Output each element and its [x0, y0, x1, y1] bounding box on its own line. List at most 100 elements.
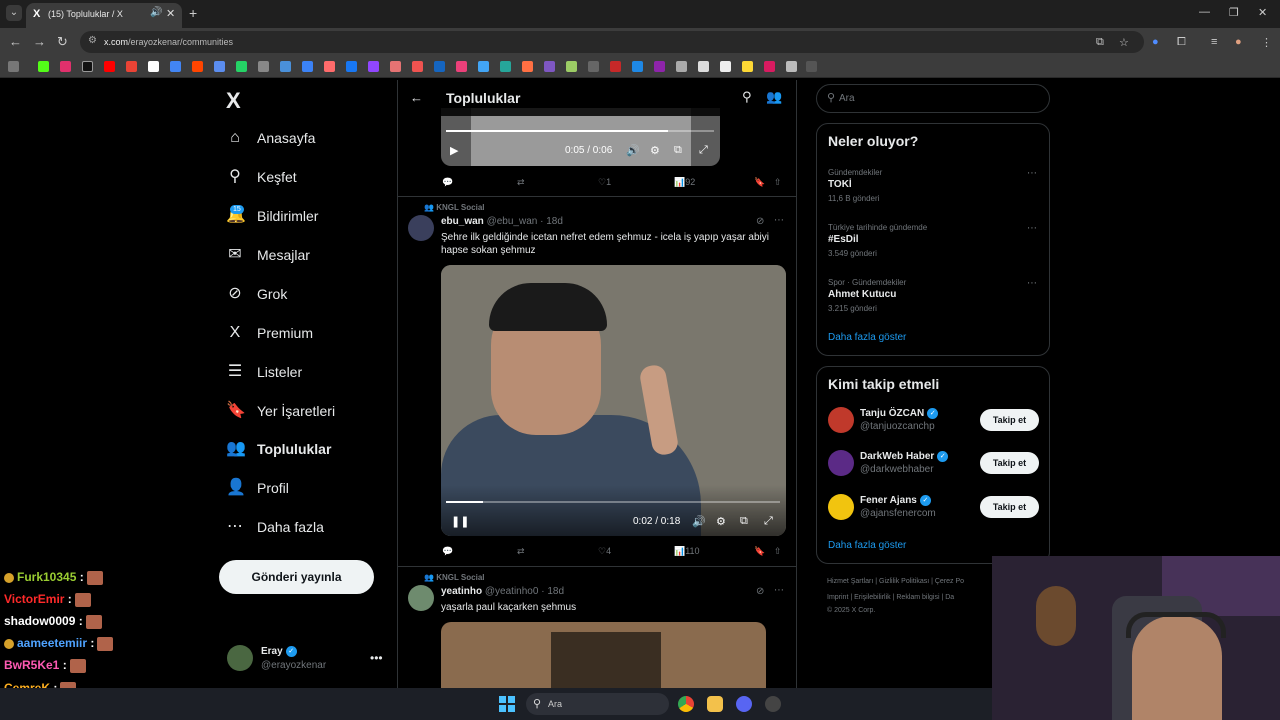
like-icon[interactable]: ♡ 4: [598, 546, 611, 557]
bookmark-icon[interactable]: [280, 61, 291, 72]
discord-icon[interactable]: [736, 696, 752, 712]
show-more-link[interactable]: Daha fazla göster: [828, 540, 906, 551]
speaker-icon[interactable]: 🔊: [150, 7, 162, 18]
pip-icon[interactable]: ⧉: [740, 515, 748, 528]
bookmark-icon[interactable]: 🔖: [754, 177, 765, 188]
communities-feed[interactable]: ← Topluluklar ⚲ 👥 ▶ 0:05 / 0:06 🔊 ⚙ ⧉ ⤢ …: [397, 80, 797, 688]
follow-button[interactable]: Takip et: [980, 452, 1039, 474]
footer-links[interactable]: Hizmet Şartları | Gizlilik Politikası | …: [827, 578, 964, 585]
avatar[interactable]: [408, 215, 434, 241]
bookmark-icon[interactable]: [500, 61, 511, 72]
taskbar-search-input[interactable]: ⚲ Ara: [526, 693, 669, 715]
bookmark-icon[interactable]: [170, 61, 181, 72]
nav-item-more-circle[interactable]: ⋯ Daha fazla: [226, 513, 324, 541]
site-info-icon[interactable]: ⚙: [88, 35, 97, 46]
search-icon[interactable]: ⚲: [742, 89, 752, 105]
follow-button[interactable]: Takip et: [980, 496, 1039, 518]
bookmark-icon[interactable]: [456, 61, 467, 72]
bookmark-icon[interactable]: [302, 61, 313, 72]
video-progress-bar[interactable]: [446, 130, 714, 132]
bookmark-icon[interactable]: [104, 61, 115, 72]
follow-button[interactable]: Takip et: [980, 409, 1039, 431]
apps-grid-icon[interactable]: [8, 61, 19, 72]
trend-name[interactable]: TOKİ: [828, 179, 852, 190]
bookmark-icon[interactable]: [214, 61, 225, 72]
more-horizontal-icon[interactable]: ⋯: [774, 215, 784, 226]
like-icon[interactable]: ♡ 1: [598, 177, 611, 188]
avatar[interactable]: [227, 645, 253, 671]
post-media[interactable]: [441, 622, 766, 688]
avatar[interactable]: [828, 407, 854, 433]
footer-links[interactable]: Imprint | Erişilebilirlik | Reklam bilgi…: [827, 594, 954, 601]
nav-item-grok[interactable]: ⊘ Grok: [226, 280, 287, 308]
community-label[interactable]: 👥 KNGL Social: [424, 573, 485, 582]
star-icon[interactable]: ☆: [1119, 36, 1129, 49]
media-control-icon[interactable]: ≡: [1211, 36, 1217, 48]
puzzle-icon[interactable]: ⧠: [1177, 36, 1186, 49]
bookmark-icon[interactable]: [192, 61, 203, 72]
fullscreen-icon[interactable]: ⤢: [699, 144, 708, 157]
pip-icon[interactable]: ⧉: [674, 144, 682, 157]
bookmark-icon[interactable]: [764, 61, 775, 72]
video-player[interactable]: ▶ 0:05 / 0:06 🔊 ⚙ ⧉ ⤢: [441, 108, 720, 166]
post-author[interactable]: ebu_wan @ebu_wan · 18d: [441, 216, 563, 227]
volume-icon[interactable]: 🔊: [626, 144, 640, 157]
x-logo[interactable]: X: [226, 88, 241, 114]
avatar[interactable]: [828, 494, 854, 520]
trend-name[interactable]: Ahmet Kutucu: [828, 289, 896, 300]
tab-close-icon[interactable]: ✕: [166, 7, 175, 20]
pause-icon[interactable]: ❚❚: [451, 515, 469, 528]
settings-icon[interactable]: ⚙: [650, 144, 660, 157]
forward-arrow-icon[interactable]: →: [33, 34, 46, 49]
windows-start-icon[interactable]: [499, 696, 515, 712]
bookmark-icon[interactable]: [82, 61, 93, 72]
video-progress-bar[interactable]: [446, 501, 780, 503]
tab-search-button[interactable]: ⌄: [6, 5, 22, 21]
repost-icon[interactable]: ⇄: [517, 546, 525, 557]
bookmark-icon[interactable]: [544, 61, 555, 72]
avatar[interactable]: [828, 450, 854, 476]
trend-name[interactable]: #EsDil: [828, 234, 859, 245]
views-icon[interactable]: 📊 110: [674, 546, 700, 557]
suggested-account-name[interactable]: Fener Ajans ✓: [860, 495, 931, 506]
settings-icon[interactable]: ⚙: [716, 515, 726, 528]
browser-tab-active[interactable]: X (15) Topluluklar / X 🔊 ✕: [26, 3, 182, 28]
communities-icon[interactable]: 👥: [766, 89, 782, 105]
avatar[interactable]: [408, 585, 434, 611]
bookmark-icon[interactable]: [588, 61, 599, 72]
profile-avatar-icon[interactable]: ●: [1235, 36, 1242, 48]
bookmark-icon[interactable]: [38, 61, 49, 72]
more-horizontal-icon[interactable]: ⋯: [1027, 278, 1037, 289]
bookmark-icon[interactable]: [368, 61, 379, 72]
kebab-menu-icon[interactable]: ⋮: [1261, 36, 1272, 49]
volume-icon[interactable]: 🔊: [692, 515, 706, 528]
nav-item-profile[interactable]: 👤 Profil: [226, 474, 289, 502]
nav-item-bookmark[interactable]: 🔖 Yer İşaretleri: [226, 397, 335, 425]
views-icon[interactable]: 📊 92: [674, 177, 695, 188]
maximize-icon[interactable]: ❐: [1229, 6, 1239, 19]
bookmark-icon[interactable]: [148, 61, 159, 72]
back-arrow-icon[interactable]: ←: [9, 34, 22, 49]
minimize-icon[interactable]: —: [1199, 6, 1210, 18]
bookmark-icon[interactable]: [610, 61, 621, 72]
bookmark-icon[interactable]: [478, 61, 489, 72]
bookmark-icon[interactable]: [258, 61, 269, 72]
bookmark-icon[interactable]: [434, 61, 445, 72]
nav-item-x-premium[interactable]: X Premium: [226, 319, 313, 347]
bookmark-icon[interactable]: 🔖: [754, 546, 765, 557]
nav-item-search[interactable]: ⚲ Keşfet: [226, 163, 297, 191]
url-input[interactable]: ⚙ x.com/erayozkenar/communities: [80, 31, 1144, 53]
share-icon[interactable]: ⇧: [774, 546, 782, 557]
window-close-icon[interactable]: ✕: [1258, 6, 1267, 19]
share-icon[interactable]: ⇧: [774, 177, 782, 188]
fullscreen-icon[interactable]: ⤢: [764, 515, 773, 528]
post-author[interactable]: yeatinho @yeatinho0 · 18d: [441, 586, 564, 597]
bookmark-icon[interactable]: [654, 61, 665, 72]
bookmark-icon[interactable]: [632, 61, 643, 72]
nav-item-communities[interactable]: 👥 Topluluklar: [226, 435, 331, 463]
more-horizontal-icon[interactable]: •••: [370, 651, 383, 665]
nav-item-home[interactable]: ⌂ Anasayfa: [226, 124, 315, 152]
more-horizontal-icon[interactable]: ⋯: [1027, 168, 1037, 179]
community-label[interactable]: 👥 KNGL Social: [424, 203, 485, 212]
account-name[interactable]: Eray ✓: [261, 646, 297, 657]
